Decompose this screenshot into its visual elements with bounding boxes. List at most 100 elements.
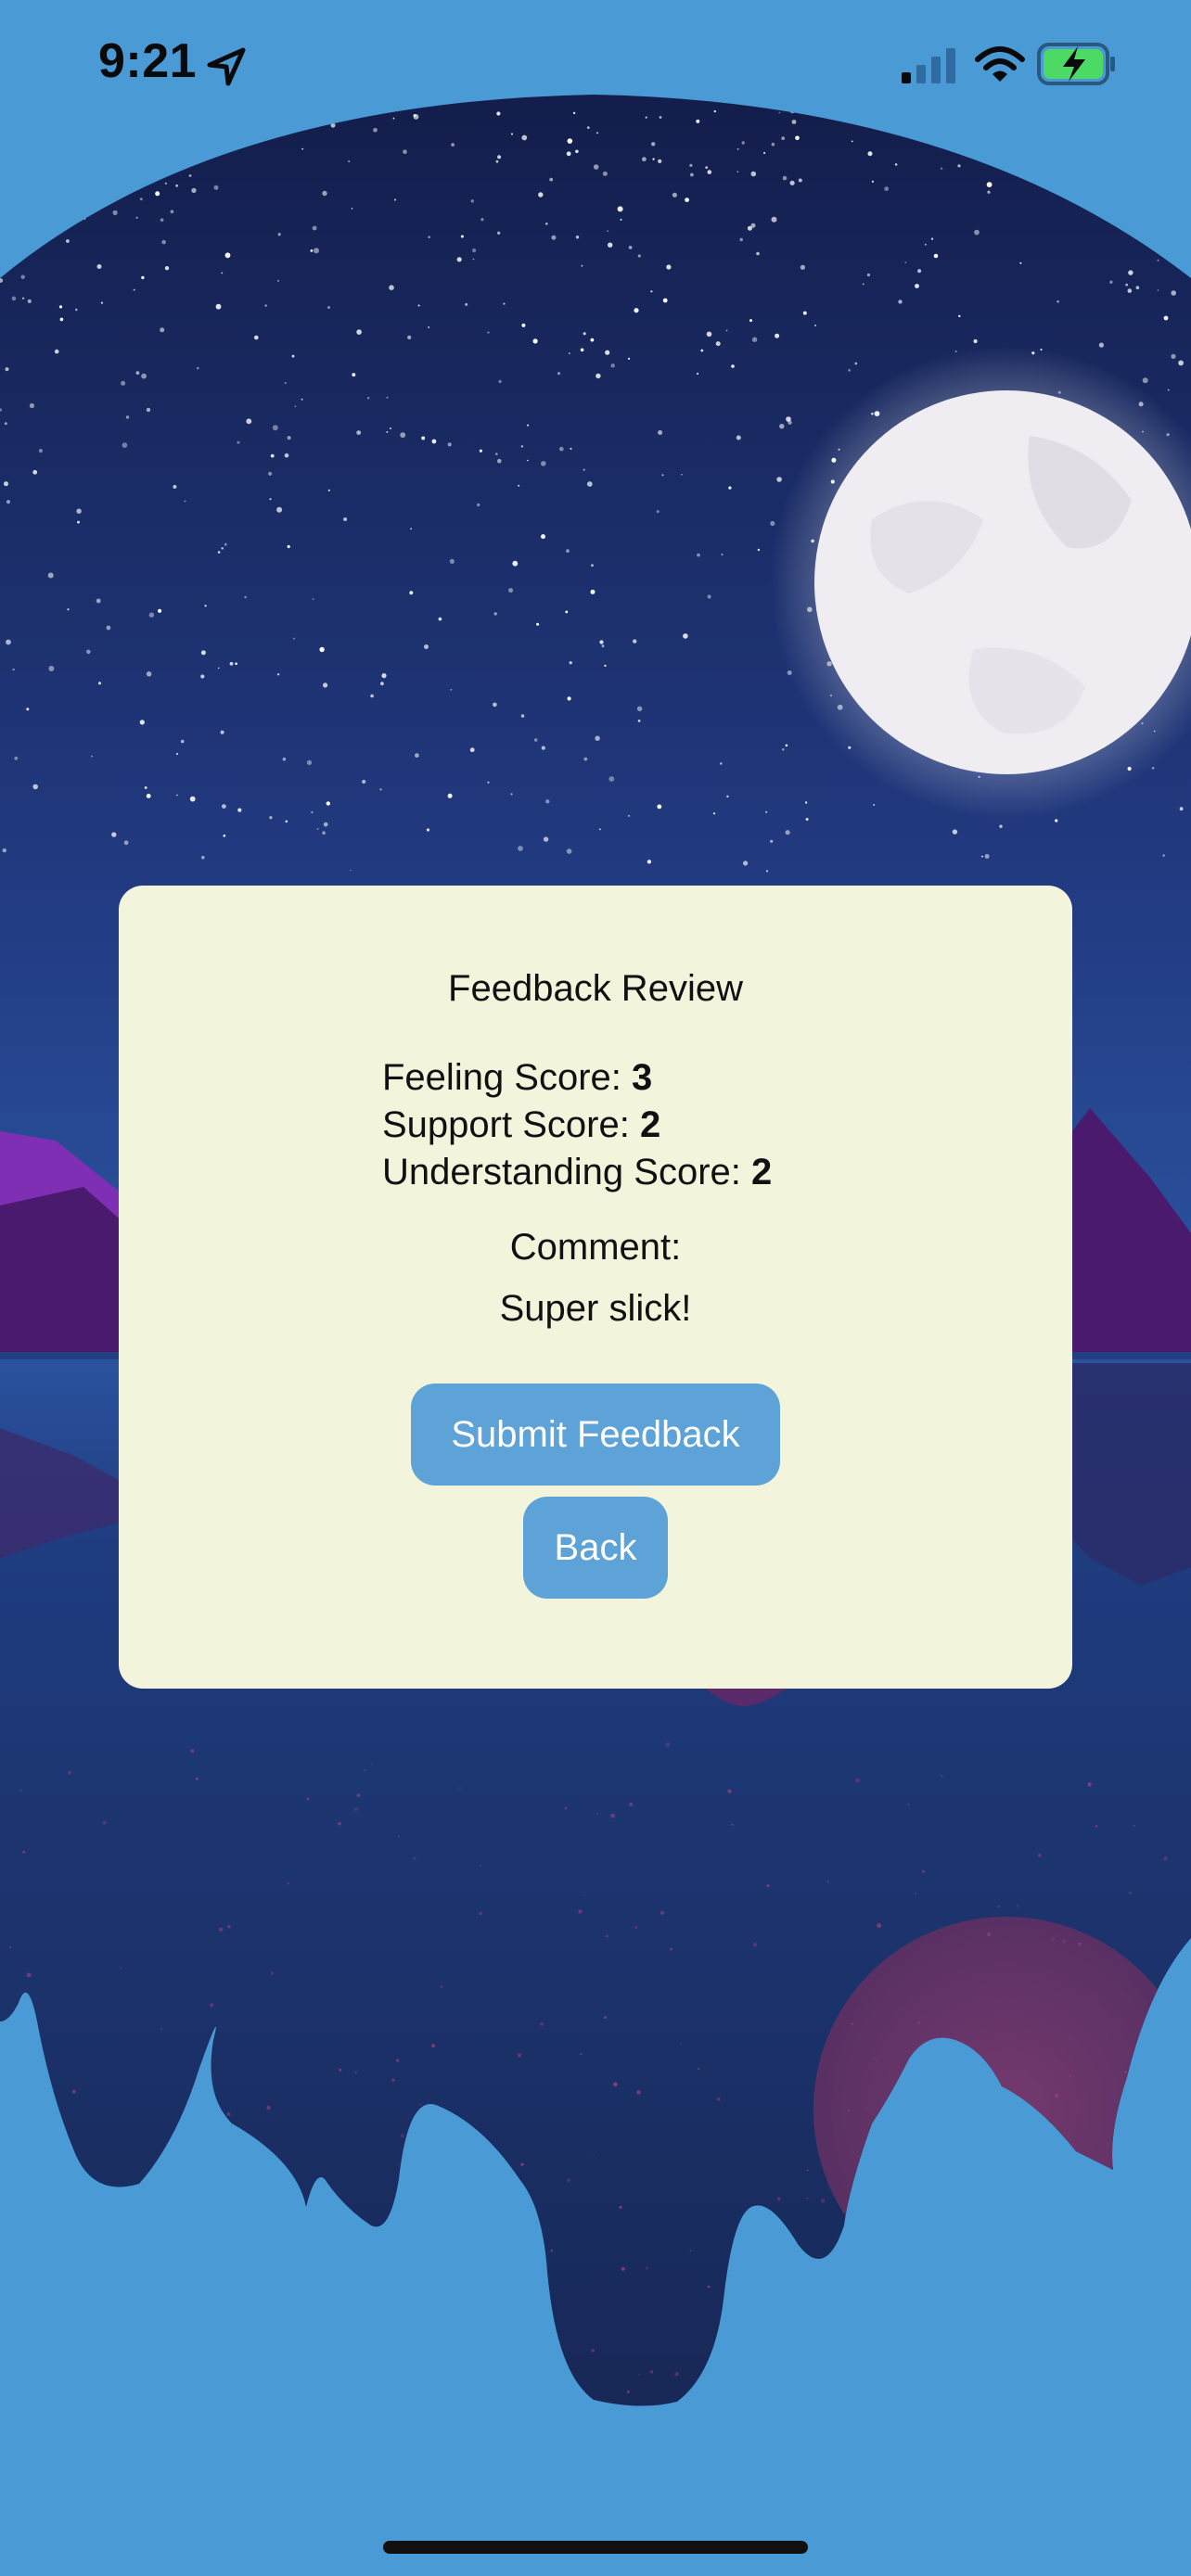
star: [575, 236, 580, 239]
star: [987, 190, 991, 194]
star: [96, 598, 101, 604]
star: [543, 836, 549, 842]
star: [327, 489, 330, 491]
star: [642, 157, 647, 162]
star-reflection: [987, 1932, 992, 1937]
star: [44, 198, 49, 203]
star: [973, 338, 978, 344]
star: [549, 177, 554, 182]
comment-label: Comment:: [509, 1227, 682, 1268]
star: [672, 192, 678, 198]
star: [493, 702, 497, 708]
star: [438, 617, 442, 621]
star-reflection: [397, 2333, 400, 2337]
star: [527, 459, 529, 462]
star: [628, 357, 631, 360]
star: [389, 285, 394, 291]
star: [986, 182, 992, 188]
star: [715, 341, 721, 347]
star: [1159, 190, 1162, 193]
star: [428, 326, 430, 328]
star: [135, 216, 138, 219]
star-reflection: [795, 2353, 798, 2356]
star: [356, 430, 362, 435]
star-reflection: [915, 1893, 917, 1895]
star: [323, 682, 328, 688]
star: [246, 418, 252, 425]
star-reflection: [152, 2209, 155, 2212]
star-reflection: [852, 2022, 854, 2025]
star-reflection: [41, 2094, 44, 2097]
submit-feedback-button[interactable]: Submit Feedback: [411, 1384, 780, 1486]
star: [984, 854, 990, 859]
star: [706, 331, 712, 338]
star: [351, 208, 353, 210]
star-reflection: [458, 1787, 461, 1790]
star: [518, 484, 520, 487]
star-reflection: [637, 2374, 640, 2377]
star: [450, 688, 453, 691]
understanding-score-label: Understanding Score:: [382, 1152, 752, 1192]
star: [276, 673, 280, 676]
star-reflection: [731, 1823, 734, 1826]
star-reflection: [96, 2327, 101, 2331]
star-reflection: [6, 2301, 12, 2305]
star: [294, 405, 297, 408]
star-reflection: [431, 2044, 435, 2048]
star-reflection: [870, 2295, 875, 2301]
star: [510, 793, 513, 796]
star: [32, 469, 38, 475]
star: [1019, 261, 1022, 264]
home-indicator[interactable]: [383, 2541, 808, 2554]
star-reflection: [819, 2344, 822, 2348]
star-reflection: [440, 1985, 443, 1989]
star-reflection: [520, 2162, 524, 2166]
star: [590, 338, 595, 342]
star: [661, 474, 664, 477]
star: [580, 348, 584, 352]
star-reflection: [129, 2332, 132, 2336]
star-reflection: [1016, 1905, 1018, 1907]
star-reflection: [129, 2343, 133, 2347]
star-reflection: [400, 2134, 404, 2138]
understanding-score-value: 2: [751, 1152, 773, 1192]
star: [428, 236, 430, 238]
star: [282, 757, 287, 761]
star-reflection: [864, 2106, 868, 2110]
star: [223, 835, 226, 837]
star: [22, 297, 25, 300]
star: [662, 298, 668, 303]
star-reflection: [593, 2153, 595, 2156]
star: [518, 846, 523, 851]
star: [583, 757, 588, 761]
star: [685, 198, 689, 203]
star: [952, 829, 958, 835]
star-reflection: [707, 2285, 711, 2289]
star-reflection: [942, 2060, 944, 2062]
back-button[interactable]: Back: [523, 1497, 668, 1599]
star: [802, 311, 807, 315]
star-reflection: [1133, 1824, 1135, 1827]
star: [804, 801, 808, 804]
star-reflection: [855, 1778, 861, 1783]
star: [180, 739, 185, 744]
star: [1157, 289, 1159, 291]
star: [596, 373, 601, 379]
star-reflection: [245, 2213, 248, 2216]
star-reflection: [120, 1967, 122, 1969]
star: [583, 468, 585, 471]
star: [322, 831, 326, 835]
star: [999, 824, 1003, 828]
star-reflection: [606, 1934, 608, 1938]
star: [141, 373, 147, 379]
star: [75, 308, 78, 312]
star: [658, 159, 662, 163]
star: [314, 248, 319, 254]
star: [89, 153, 93, 156]
star: [287, 544, 290, 549]
star: [380, 682, 384, 686]
star: [1151, 177, 1156, 182]
star-reflection: [235, 2296, 238, 2301]
star: [569, 352, 570, 354]
star-reflection: [1051, 1937, 1056, 1941]
